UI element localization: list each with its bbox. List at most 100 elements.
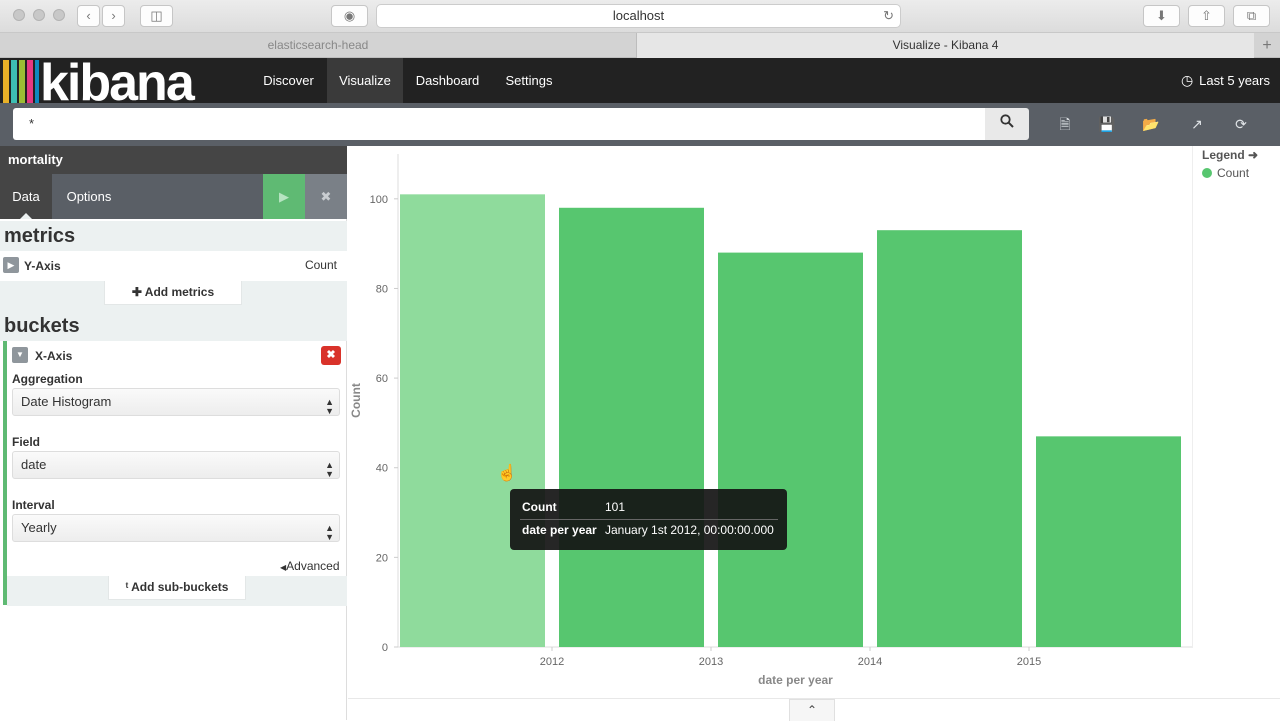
tab-options[interactable]: Options xyxy=(52,174,126,219)
buckets-heading: buckets xyxy=(0,311,347,341)
y-axis-title: Count xyxy=(349,383,363,418)
nav-discover[interactable]: Discover xyxy=(250,58,327,103)
url-text: localhost xyxy=(612,8,665,23)
field-value: date xyxy=(21,457,47,472)
legend-panel: Legend ➜ Count xyxy=(1192,146,1280,646)
reload-icon[interactable]: ↻ xyxy=(883,5,894,27)
browser-toolbar: ‹ › ◫ ◉ localhost ↻ ⬇ ⇧ ⧉ xyxy=(0,0,1280,33)
browser-tab-elasticsearch-head[interactable]: elasticsearch-head xyxy=(0,33,637,58)
privacy-shield-icon[interactable]: ◉ xyxy=(331,5,368,27)
y-tick-label: 40 xyxy=(376,463,388,475)
x-tick-label: 2015 xyxy=(1017,656,1041,668)
collapse-caret-icon[interactable]: ▼ xyxy=(12,347,28,363)
save-icon[interactable]: 💾 xyxy=(1096,113,1118,135)
hand-cursor-icon: ☝ xyxy=(497,465,517,482)
bar xyxy=(400,194,545,647)
logo-text: kibana xyxy=(40,58,195,103)
downloads-icon[interactable]: ⬇ xyxy=(1143,5,1180,27)
legend-toggle[interactable]: Legend ➜ xyxy=(1202,148,1258,162)
interval-label: Interval xyxy=(12,498,55,512)
aggregation-label: Aggregation xyxy=(12,372,83,386)
y-tick-label: 20 xyxy=(376,552,388,564)
add-metrics-button[interactable]: ✚ Add metrics xyxy=(104,281,242,305)
y-tick-label: 100 xyxy=(370,194,388,206)
active-tab-caret xyxy=(20,213,32,219)
chevron-up-icon[interactable]: ⌃ xyxy=(789,699,835,721)
x-tick-label: 2012 xyxy=(540,656,564,668)
nav-dashboard[interactable]: Dashboard xyxy=(403,58,492,103)
bar-chart: 0 20 40 60 80 100 2012 2013 2014 2015 date per yea… xyxy=(349,154,1193,687)
logo-stripe xyxy=(27,60,33,103)
back-icon[interactable]: ‹ xyxy=(77,5,100,27)
add-sub-buckets-label: Add sub-buckets xyxy=(131,580,229,594)
y-tick-label: 60 xyxy=(376,373,388,385)
logo-stripe xyxy=(19,60,25,103)
add-sub-buckets-button[interactable]: ᵗ Add sub-buckets xyxy=(108,576,246,600)
tab-title: elasticsearch-head xyxy=(267,38,369,52)
search-icon[interactable] xyxy=(985,108,1029,140)
aggregation-select[interactable]: Date Histogram ▲ ▼ xyxy=(12,388,340,416)
bucket-accent-bar xyxy=(3,341,7,605)
close-window-button[interactable] xyxy=(13,9,25,21)
remove-bucket-button[interactable]: ✖ xyxy=(321,346,341,365)
tabs-overview-icon[interactable]: ⧉ xyxy=(1233,5,1270,27)
apply-changes-button[interactable]: ▶ xyxy=(263,174,305,219)
share-link-icon[interactable]: ↗ xyxy=(1186,113,1208,135)
select-arrows-icon: ▼ xyxy=(325,469,334,479)
field-select[interactable]: date ▲ ▼ xyxy=(12,451,340,479)
legend-item[interactable]: Count xyxy=(1202,166,1249,180)
y-axis-label: Y-Axis xyxy=(24,259,61,273)
editor-sidebar: mortality Data Options ▶ ✖ metrics ▶ Y-A… xyxy=(0,146,347,720)
bar xyxy=(559,207,704,648)
tooltip-value: January 1st 2012, 00:00:00.000 xyxy=(605,523,774,537)
bar xyxy=(1036,436,1181,647)
search-input[interactable]: * xyxy=(13,108,985,140)
zoom-window-button[interactable] xyxy=(53,9,65,21)
field-label: Field xyxy=(12,435,41,449)
nav-visualize[interactable]: Visualize xyxy=(327,58,403,103)
legend-title: Legend xyxy=(1202,148,1245,162)
legend-item-label: Count xyxy=(1217,166,1250,180)
y-axis-agg-value: Count xyxy=(304,258,337,272)
browser-tab-bar: elasticsearch-head Visualize - Kibana 4 … xyxy=(0,33,1280,58)
tooltip-divider xyxy=(520,519,778,520)
x-tick-label: 2014 xyxy=(858,656,882,668)
new-tab-icon[interactable]: + xyxy=(1254,33,1280,58)
new-visualization-icon[interactable]: 🗎 xyxy=(1054,113,1076,135)
bar xyxy=(718,252,863,647)
nav-settings[interactable]: Settings xyxy=(492,58,566,103)
kibana-logo[interactable]: kibana xyxy=(0,58,235,103)
discard-changes-button[interactable]: ✖ xyxy=(305,174,347,219)
browser-tab-kibana[interactable]: Visualize - Kibana 4 xyxy=(637,33,1254,58)
sidebar-toggle-icon[interactable]: ◫ xyxy=(140,5,173,27)
time-picker[interactable]: ◷ Last 5 years xyxy=(1181,58,1270,103)
time-range-label: Last 5 years xyxy=(1199,73,1270,88)
logo-stripe xyxy=(11,60,17,103)
select-arrows-icon: ▼ xyxy=(325,406,334,416)
select-arrows-icon: ▼ xyxy=(325,532,334,542)
advanced-label: Advanced xyxy=(286,559,340,573)
spy-panel-bar: ⌃ xyxy=(348,698,1280,721)
share-icon[interactable]: ⇧ xyxy=(1188,5,1225,27)
open-folder-icon[interactable]: 📂 xyxy=(1140,113,1162,135)
interval-value: Yearly xyxy=(21,520,57,535)
logo-stripe xyxy=(35,60,39,103)
tooltip-value: 101 xyxy=(605,500,626,514)
interval-select[interactable]: Yearly ▲ ▼ xyxy=(12,514,340,542)
visualization-area: 0 20 40 60 80 100 2012 2013 2014 2015 date per yea… xyxy=(348,146,1280,698)
sidebar-tabs: Data Options ▶ ✖ xyxy=(0,174,347,219)
x-tick-label: 2013 xyxy=(699,656,723,668)
minimize-window-button[interactable] xyxy=(33,9,45,21)
refresh-icon[interactable]: ⟳ xyxy=(1230,113,1252,135)
expand-caret-icon[interactable]: ▶ xyxy=(3,257,19,273)
metric-y-axis-row[interactable]: ▶ Y-Axis Count xyxy=(0,251,347,281)
add-metrics-label: Add metrics xyxy=(144,285,215,299)
url-bar[interactable]: localhost ↻ xyxy=(376,4,901,28)
forward-icon[interactable]: › xyxy=(102,5,125,27)
query-bar: * 🗎 💾 📂 ↗ ⟳ xyxy=(0,103,1280,146)
x-axis-title: date per year xyxy=(758,673,833,687)
tooltip-key: date per year xyxy=(522,523,597,537)
bar xyxy=(877,230,1022,647)
legend-arrow-icon: ➜ xyxy=(1248,148,1259,162)
advanced-toggle[interactable]: ◀Advanced xyxy=(280,559,340,573)
